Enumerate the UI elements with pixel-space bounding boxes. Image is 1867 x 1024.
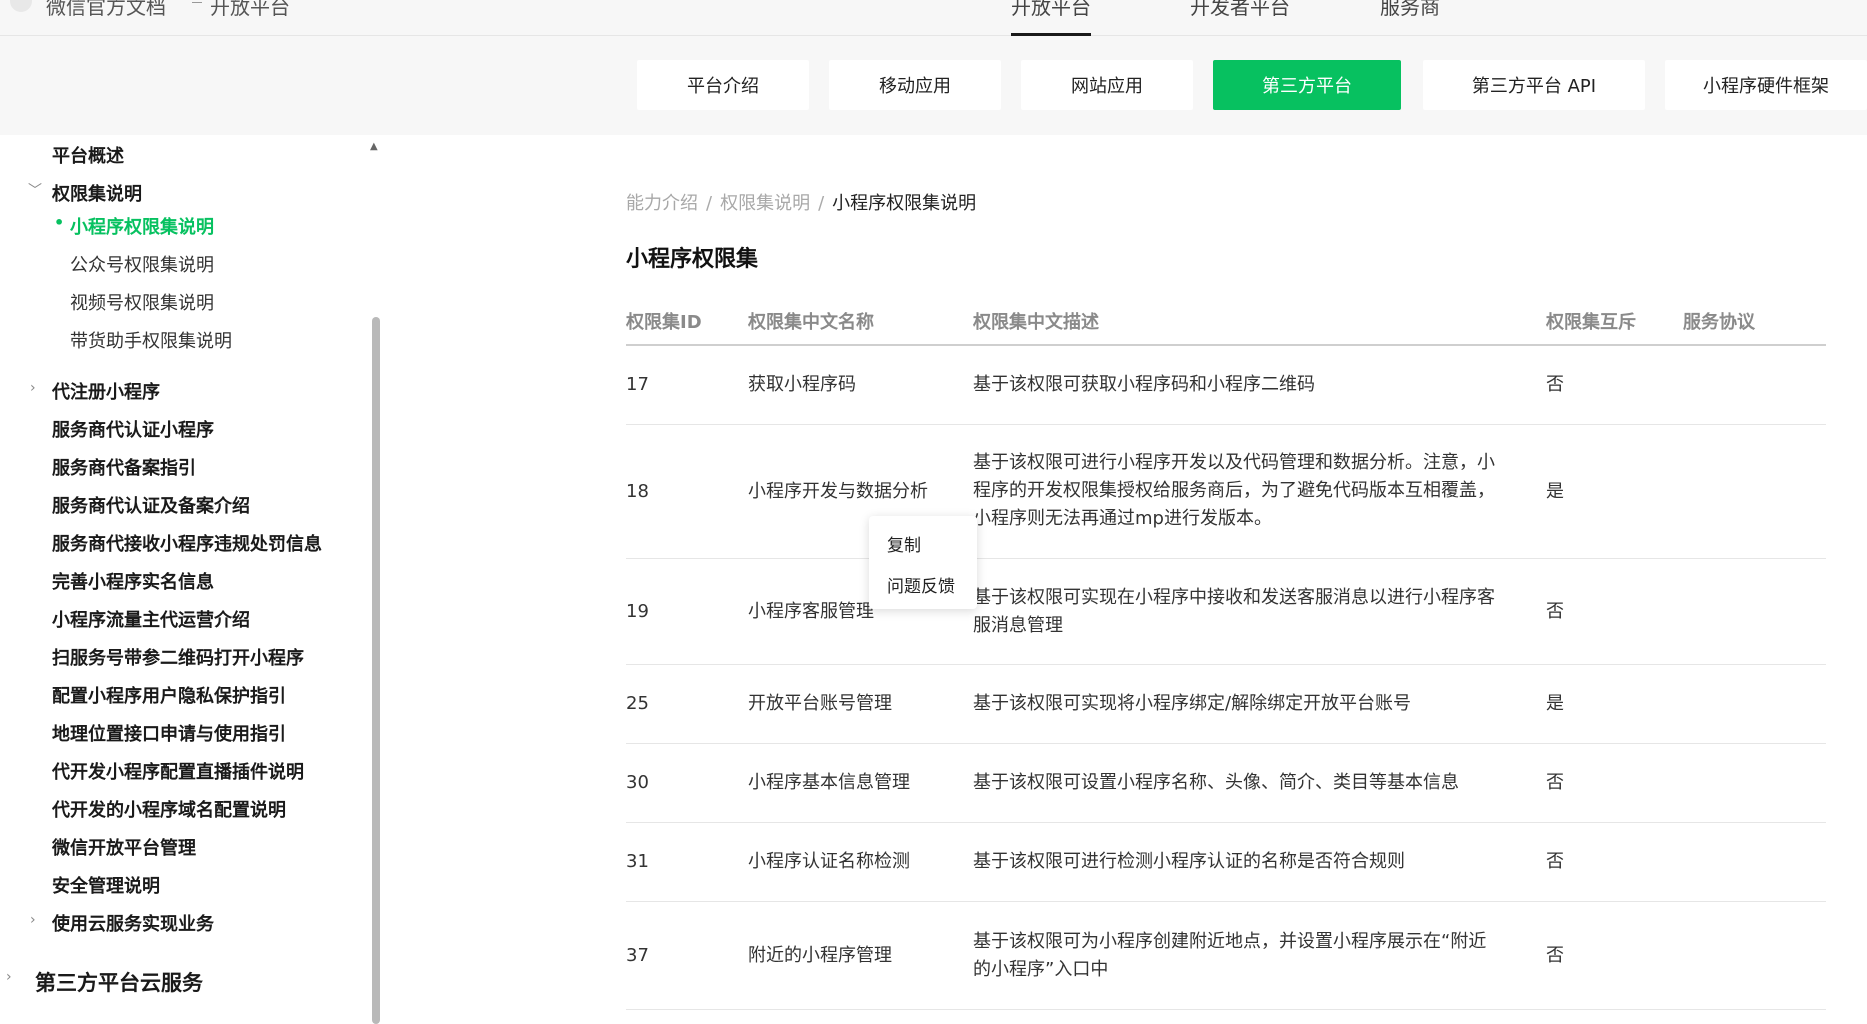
cell-name: 附近的小程序管理	[748, 945, 892, 966]
column-header-description: 权限集中文描述	[973, 312, 1099, 333]
topnav-open-platform[interactable]: 开放平台	[1011, 0, 1091, 20]
category-bar: 平台介绍 移动应用 网站应用 第三方平台 第三方平台 API 小程序硬件框架	[0, 36, 1867, 135]
cell-mutex: 是	[1546, 693, 1564, 714]
context-menu-feedback[interactable]: 问题反馈	[887, 572, 955, 597]
sidebar-subitem-sales-assistant-permissions[interactable]: 带货助手权限集说明	[70, 327, 232, 353]
cell-description: 基于该权限可实现在小程序中接收和发送客服消息以进行小程序客服消息管理	[973, 587, 1495, 636]
sidebar-item[interactable]: 服务商代认证小程序	[52, 416, 214, 442]
table-row: 30 小程序基本信息管理 基于该权限可设置小程序名称、头像、简介、类目等基本信息…	[626, 744, 1826, 823]
cell-id: 17	[626, 374, 649, 395]
cell-description: 基于该权限可为小程序创建附近地点，并设置小程序展示在“附近的小程序”入口中	[973, 931, 1487, 980]
cell-id: 18	[626, 481, 649, 502]
sidebar-item[interactable]: 服务商代接收小程序违规处罚信息	[52, 530, 322, 556]
sidebar-item[interactable]: 地理位置接口申请与使用指引	[52, 720, 286, 746]
category-miniprogram-hardware[interactable]: 小程序硬件框架	[1665, 60, 1867, 110]
sidebar-item[interactable]: 小程序流量主代运营介绍	[52, 606, 250, 632]
breadcrumb: 能力介绍 / 权限集说明 / 小程序权限集说明	[626, 189, 976, 215]
sidebar-item[interactable]: 代开发小程序配置直播插件说明	[52, 758, 304, 784]
category-website-app[interactable]: 网站应用	[1021, 60, 1193, 110]
cell-id: 25	[626, 693, 649, 714]
cell-name: 小程序认证名称检测	[748, 851, 910, 872]
cell-description: 基于该权限可进行小程序开发以及代码管理和数据分析。注意，小程序的开发权限集授权给…	[973, 452, 1495, 529]
cell-mutex: 否	[1546, 851, 1564, 872]
topnav-service-provider[interactable]: 服务商	[1380, 0, 1440, 20]
sidebar-item[interactable]: 服务商代认证及备案介绍	[52, 492, 250, 518]
category-platform-intro[interactable]: 平台介绍	[637, 60, 809, 110]
table-row: 19 小程序客服管理 基于该权限可实现在小程序中接收和发送客服消息以进行小程序客…	[626, 559, 1826, 665]
sidebar-group-permissions[interactable]: 权限集说明	[52, 180, 142, 206]
cell-id: 37	[626, 945, 649, 966]
cell-mutex: 是	[1546, 481, 1564, 502]
breadcrumb-separator: /	[706, 193, 713, 214]
column-header-mutex: 权限集互斥	[1546, 312, 1636, 333]
table-header: 权限集ID 权限集中文名称 权限集中文描述 权限集互斥 服务协议	[626, 300, 1826, 346]
cell-description: 基于该权限可进行检测小程序认证的名称是否符合规则	[973, 851, 1405, 872]
column-header-agreement: 服务协议	[1683, 312, 1755, 333]
context-menu: 复制 问题反馈	[869, 516, 977, 609]
context-menu-copy[interactable]: 复制	[887, 531, 921, 556]
cell-id: 30	[626, 772, 649, 793]
cell-id: 31	[626, 851, 649, 872]
category-third-party-api[interactable]: 第三方平台 API	[1423, 60, 1645, 110]
sidebar-subitem-miniprogram-permissions[interactable]: 小程序权限集说明	[70, 213, 214, 239]
brand-subtitle[interactable]: 开放平台	[210, 0, 290, 20]
cell-name: 小程序基本信息管理	[748, 772, 910, 793]
chevron-down-icon[interactable]: ﹀	[28, 180, 42, 200]
cell-description: 基于该权限可获取小程序码和小程序二维码	[973, 374, 1315, 395]
chevron-right-icon[interactable]: ›	[30, 380, 36, 396]
chevron-right-icon[interactable]: ›	[30, 912, 36, 928]
brand-separator	[192, 2, 202, 3]
sidebar-item[interactable]: 服务商代备案指引	[52, 454, 196, 480]
sidebar-item[interactable]: 配置小程序用户隐私保护指引	[52, 682, 286, 708]
sidebar-scrollbar[interactable]	[372, 317, 380, 1024]
breadcrumb-separator: /	[818, 193, 825, 214]
active-dot-icon: •	[54, 213, 65, 232]
sidebar-item[interactable]: 微信开放平台管理	[52, 834, 196, 860]
sidebar-item[interactable]: 代开发的小程序域名配置说明	[52, 796, 286, 822]
sidebar: ▲ 平台概述 ﹀ 权限集说明 • 小程序权限集说明 公众号权限集说明 视频号权限…	[0, 135, 385, 1024]
category-mobile-app[interactable]: 移动应用	[829, 60, 1001, 110]
column-header-name: 权限集中文名称	[748, 312, 874, 333]
table-row: 37 附近的小程序管理 基于该权限可为小程序创建附近地点，并设置小程序展示在“附…	[626, 902, 1826, 1010]
table-row: 31 小程序认证名称检测 基于该权限可进行检测小程序认证的名称是否符合规则 否	[626, 823, 1826, 902]
cell-name: 获取小程序码	[748, 374, 856, 395]
sidebar-item[interactable]: 代注册小程序	[52, 378, 160, 404]
column-header-id: 权限集ID	[626, 312, 702, 333]
table-row: 18 小程序开发与数据分析 基于该权限可进行小程序开发以及代码管理和数据分析。注…	[626, 425, 1826, 559]
sidebar-item-platform-overview[interactable]: 平台概述	[52, 142, 124, 168]
sidebar-item[interactable]: 完善小程序实名信息	[52, 568, 214, 594]
table-row: 17 获取小程序码 基于该权限可获取小程序码和小程序二维码 否	[626, 346, 1826, 425]
scroll-up-arrow-icon[interactable]: ▲	[370, 141, 378, 152]
breadcrumb-item[interactable]: 能力介绍	[626, 193, 698, 214]
table-row: 25 开放平台账号管理 基于该权限可实现将小程序绑定/解除绑定开放平台账号 是	[626, 665, 1826, 744]
chevron-right-icon[interactable]: ›	[6, 969, 12, 985]
cell-description: 基于该权限可实现将小程序绑定/解除绑定开放平台账号	[973, 693, 1412, 714]
cell-id: 19	[626, 601, 649, 622]
cell-name: 开放平台账号管理	[748, 693, 892, 714]
sidebar-item[interactable]: 扫服务号带参二维码打开小程序	[52, 644, 304, 670]
page-title: 小程序权限集	[626, 247, 759, 272]
brand-title[interactable]: 微信官方文档	[46, 0, 166, 20]
cell-mutex: 否	[1546, 945, 1564, 966]
wechat-logo-icon	[10, 0, 32, 12]
cell-description: 基于该权限可设置小程序名称、头像、简介、类目等基本信息	[973, 772, 1459, 793]
breadcrumb-current: 小程序权限集说明	[832, 193, 977, 214]
breadcrumb-item[interactable]: 权限集说明	[720, 193, 810, 214]
topnav-developer-platform[interactable]: 开发者平台	[1190, 0, 1290, 20]
cell-name: 小程序开发与数据分析	[748, 481, 928, 502]
sidebar-item[interactable]: 安全管理说明	[52, 872, 160, 898]
sidebar-subitem-channels-permissions[interactable]: 视频号权限集说明	[70, 289, 214, 315]
sidebar-subitem-official-account-permissions[interactable]: 公众号权限集说明	[70, 251, 214, 277]
cell-mutex: 否	[1546, 601, 1564, 622]
sidebar-item[interactable]: 使用云服务实现业务	[52, 910, 214, 936]
category-third-party-platform[interactable]: 第三方平台	[1213, 60, 1401, 110]
cell-mutex: 否	[1546, 374, 1564, 395]
cell-mutex: 否	[1546, 772, 1564, 793]
sidebar-section-cloud-services[interactable]: 第三方平台云服务	[35, 967, 203, 997]
top-navigation-bar: 微信官方文档 开放平台 开放平台 开发者平台 服务商	[0, 0, 1867, 36]
